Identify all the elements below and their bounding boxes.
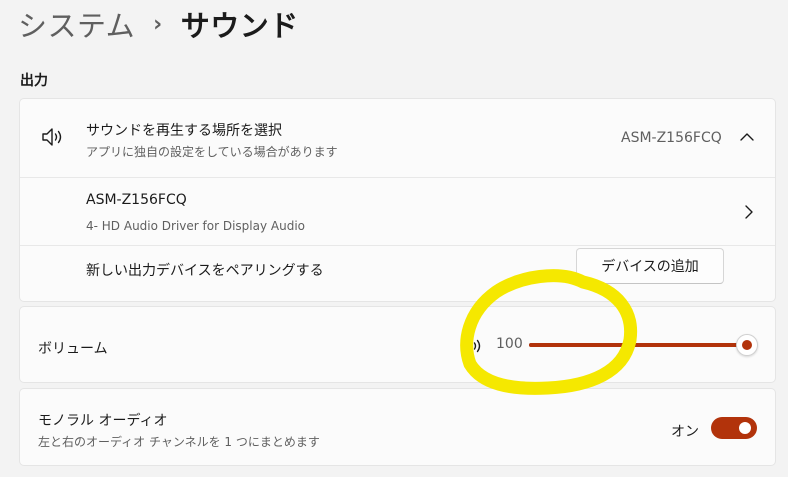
output-device-description: 4- HD Audio Driver for Display Audio — [86, 219, 305, 233]
chevron-right-icon — [745, 205, 753, 219]
volume-slider-fill — [529, 343, 747, 347]
mono-audio-subtitle: 左と右のオーディオ チャンネルを 1 つにまとめます — [38, 435, 320, 449]
chevron-up-icon[interactable] — [739, 132, 755, 142]
choose-output-title: サウンドを再生する場所を選択 — [86, 123, 282, 139]
breadcrumb: システム › サウンド — [18, 2, 299, 46]
output-card: サウンドを再生する場所を選択 アプリに独自の設定をしている場合があります ASM… — [19, 98, 776, 302]
pair-output-device-label: 新しい出力デバイスをペアリングする — [86, 263, 324, 279]
volume-slider-thumb[interactable] — [736, 334, 758, 356]
volume-speaker-icon[interactable] — [459, 335, 485, 357]
toggle-knob — [739, 422, 751, 434]
add-device-button[interactable]: デバイスの追加 — [576, 248, 724, 284]
output-device-row[interactable]: ASM-Z156FCQ 4- HD Audio Driver for Displ… — [20, 177, 775, 245]
breadcrumb-system-link[interactable]: システム — [18, 3, 135, 45]
choose-output-subtitle: アプリに独自の設定をしている場合があります — [86, 145, 338, 159]
selected-output-device: ASM-Z156FCQ — [621, 130, 722, 146]
volume-value: 100 — [496, 336, 523, 352]
volume-slider-track[interactable] — [529, 343, 747, 347]
mono-audio-state: オン — [671, 424, 699, 440]
output-section-title: 出力 — [20, 73, 48, 89]
volume-label: ボリューム — [38, 341, 108, 357]
mono-audio-title: モノラル オーディオ — [38, 413, 168, 429]
breadcrumb-separator: › — [153, 11, 163, 37]
mono-audio-card: モノラル オーディオ 左と右のオーディオ チャンネルを 1 つにまとめます オン — [19, 388, 776, 466]
pair-output-device-row: 新しい出力デバイスをペアリングする デバイスの追加 — [20, 245, 775, 301]
output-device-name: ASM-Z156FCQ — [86, 192, 187, 208]
page-title: サウンド — [180, 9, 299, 43]
mono-audio-toggle[interactable] — [711, 417, 757, 439]
settings-sound-page: システム › サウンド 出力 サウンドを再生する場所を選択 アプリに独自の設定を… — [0, 0, 788, 477]
speaker-icon — [42, 128, 62, 146]
choose-output-device-row[interactable]: サウンドを再生する場所を選択 アプリに独自の設定をしている場合があります ASM… — [20, 99, 775, 177]
